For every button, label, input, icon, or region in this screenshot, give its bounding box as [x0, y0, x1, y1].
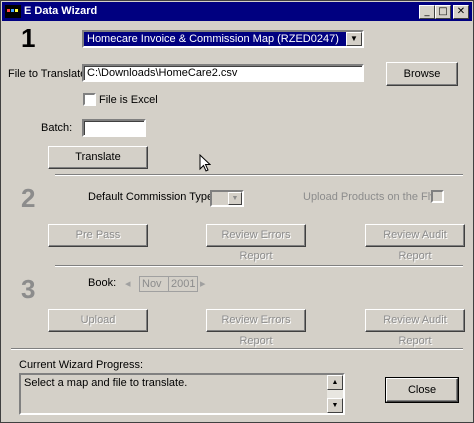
batch-input[interactable] — [82, 119, 146, 137]
batch-label: Batch: — [41, 122, 73, 134]
file-path-input[interactable]: C:\Downloads\HomeCare2.csv — [82, 64, 364, 82]
current-wizard-progress-label: Current Wizard Progress: — [19, 359, 144, 371]
mouse-pointer-icon — [199, 154, 211, 172]
map-select[interactable]: Homecare Invoice & Commission Map (RZED0… — [82, 30, 364, 48]
scroll-up-icon[interactable]: ▲ — [327, 375, 343, 390]
file-is-excel-label: File is Excel — [99, 94, 158, 106]
commission-type-select[interactable]: ▼ — [210, 190, 244, 207]
step-3-number: 3 — [21, 274, 36, 304]
book-month-field[interactable]: Nov — [139, 276, 169, 292]
file-is-excel-checkbox[interactable] — [83, 93, 96, 106]
chevron-down-icon[interactable]: ▼ — [228, 192, 242, 205]
step-2-number: 2 — [21, 183, 36, 213]
translate-button[interactable]: Translate — [48, 146, 148, 169]
upload-button[interactable]: Upload — [48, 309, 148, 332]
maximize-button[interactable]: □ — [435, 5, 451, 19]
wizard-window: E Data Wizard _ □ ✕ 1 Homecare Invoice &… — [0, 0, 474, 423]
review-errors-report-button-2[interactable]: Review Errors Report — [206, 224, 306, 262]
scroll-down-icon[interactable]: ▼ — [327, 398, 343, 413]
app-icon — [5, 5, 21, 18]
previous-period-icon[interactable]: ◂ — [125, 277, 131, 290]
step-1-separator — [55, 174, 463, 176]
step-3-separator — [11, 348, 463, 350]
minimize-button[interactable]: _ — [419, 5, 435, 19]
upload-products-on-the-fly-label: Upload Products on the Fly: — [303, 191, 439, 203]
review-audit-report-button-2[interactable]: Review Audit Report — [365, 224, 465, 262]
review-audit-report-button-3[interactable]: Review Audit Report — [365, 309, 465, 347]
next-period-icon[interactable]: ▸ — [200, 277, 206, 290]
chevron-down-icon[interactable]: ▼ — [346, 32, 362, 46]
progress-text: Select a map and file to translate. — [24, 377, 188, 389]
browse-button[interactable]: Browse — [386, 62, 458, 86]
map-select-value: Homecare Invoice & Commission Map (RZED0… — [87, 33, 339, 45]
default-commission-type-label: Default Commission Type: — [88, 191, 217, 203]
progress-scrollbar[interactable]: ▲ ▼ — [327, 375, 343, 413]
step-2-separator — [55, 265, 463, 267]
progress-textarea[interactable]: Select a map and file to translate. ▲ ▼ — [19, 373, 345, 415]
close-button[interactable]: Close — [385, 377, 459, 403]
upload-products-checkbox[interactable] — [431, 190, 444, 203]
window-title: E Data Wizard — [24, 5, 98, 17]
pre-pass-button[interactable]: Pre Pass — [48, 224, 148, 247]
title-bar[interactable]: E Data Wizard _ □ ✕ — [2, 2, 472, 21]
close-window-button[interactable]: ✕ — [453, 5, 469, 19]
file-to-translate-label: File to Translate: — [8, 68, 90, 80]
book-year-field[interactable]: 2001 — [168, 276, 198, 292]
step-1-number: 1 — [21, 23, 36, 53]
review-errors-report-button-3[interactable]: Review Errors Report — [206, 309, 306, 347]
book-label: Book: — [88, 277, 117, 289]
